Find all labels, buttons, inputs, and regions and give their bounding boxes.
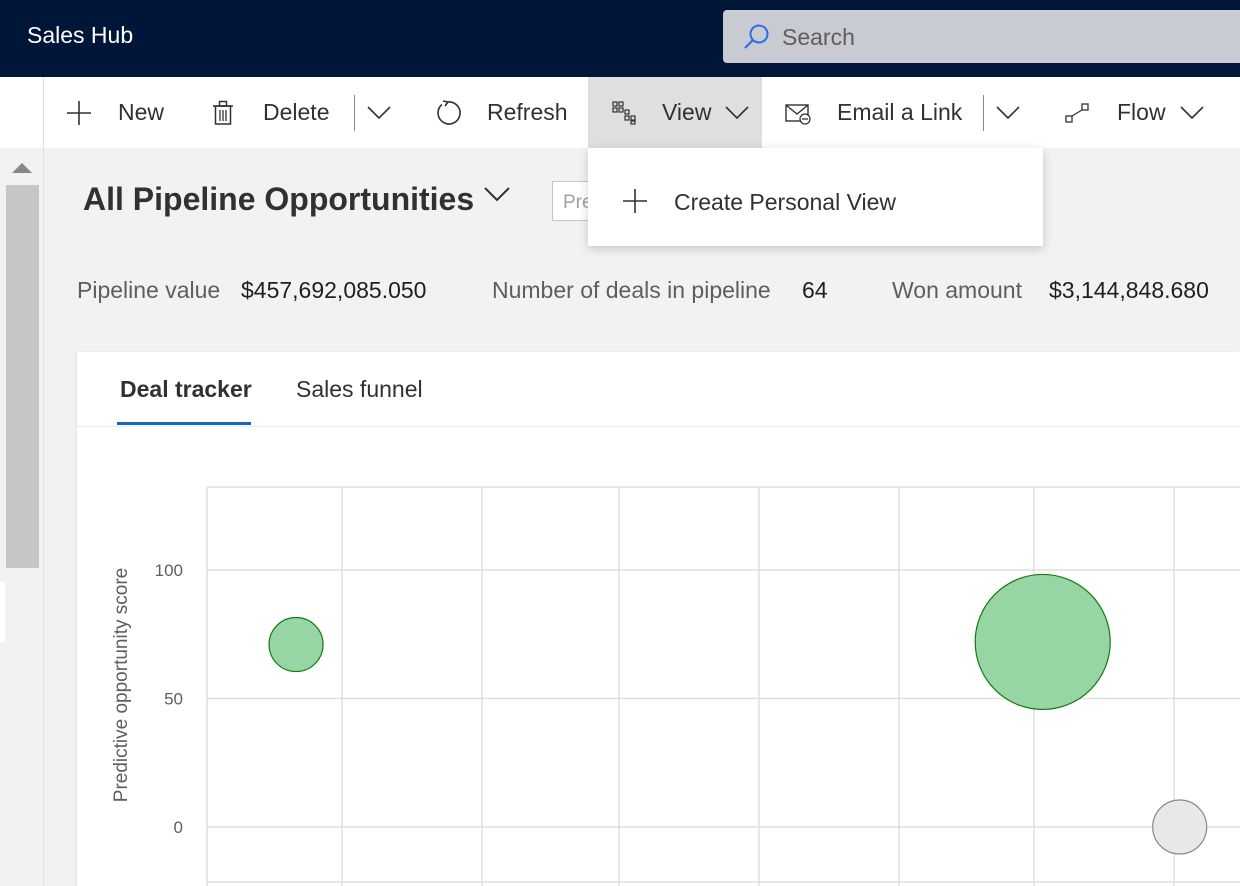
more-delete-options-button[interactable] <box>367 77 391 148</box>
bubble-point <box>268 616 324 673</box>
kpi-label: Won amount <box>892 277 1022 303</box>
y-tick-label: 0 <box>174 818 183 837</box>
view-button[interactable]: View <box>588 77 762 148</box>
active-tab-indicator <box>117 422 251 425</box>
kpi-label: Number of deals in pipeline <box>492 277 771 303</box>
top-navigation-bar: Sales Hub Search <box>0 0 1240 77</box>
scroll-up-arrow-icon[interactable] <box>12 163 32 173</box>
view-label: View <box>662 99 712 125</box>
separator <box>354 95 355 131</box>
app-title[interactable]: Sales Hub <box>27 22 133 49</box>
search-placeholder: Search <box>782 24 855 50</box>
view-selector-button[interactable] <box>483 186 511 209</box>
chevron-down-icon <box>996 105 1020 119</box>
y-axis-label: Predictive opportunity score <box>111 568 132 802</box>
new-label: New <box>118 99 165 125</box>
refresh-button[interactable]: Refresh <box>435 77 568 148</box>
delete-button[interactable]: Delete <box>212 77 329 148</box>
kpi-value: 64 <box>802 277 828 303</box>
search-box[interactable]: Search <box>723 10 1240 63</box>
y-tick-label: 100 <box>155 561 183 580</box>
tab-sales-funnel[interactable]: Sales funnel <box>296 376 423 403</box>
dashboard-card: Deal tracker Sales funnel 100 50 0 Predicti… <box>77 352 1240 886</box>
rail-indicator <box>0 582 5 642</box>
kpi-strip: Pipeline value $457,692,085.050 Number o… <box>76 262 1240 320</box>
rail-header <box>0 77 43 148</box>
search-icon <box>744 24 769 49</box>
view-title[interactable]: All Pipeline Opportunities <box>83 181 474 218</box>
email-a-link-button[interactable]: Email a Link <box>785 77 962 148</box>
view-dropdown-menu: Create Personal View <box>588 148 1043 246</box>
overflow-more-icon[interactable]: ⋮ <box>1236 77 1240 148</box>
deal-tracker-bubble-chart: 100 50 0 Predictive opportunity score <box>111 486 1240 886</box>
plus-icon <box>623 189 647 213</box>
create-personal-view-menu-item[interactable]: Create Personal View <box>588 148 1043 246</box>
trash-icon <box>213 100 233 125</box>
tab-deal-tracker[interactable]: Deal tracker <box>120 376 252 403</box>
flow-label: Flow <box>1117 99 1166 125</box>
kpi-value: $3,144,848.680 <box>1049 277 1209 303</box>
refresh-icon <box>437 99 461 125</box>
plus-icon <box>67 100 91 125</box>
new-button[interactable]: New <box>66 77 164 148</box>
flow-icon <box>1065 102 1089 123</box>
email-link-icon <box>785 103 811 125</box>
delete-label: Delete <box>263 99 330 125</box>
more-email-options-button[interactable] <box>996 77 1020 148</box>
scrollbar-thumb[interactable] <box>6 185 39 568</box>
y-tick-label: 50 <box>164 690 183 709</box>
command-bar: New Delete Refresh View Email a Link Flo… <box>44 77 1240 148</box>
separator <box>983 95 984 131</box>
bubble-point <box>1152 799 1208 855</box>
create-personal-view-label: Create Personal View <box>674 189 897 215</box>
chevron-down-icon <box>484 187 510 202</box>
refresh-label: Refresh <box>487 99 568 125</box>
chevron-down-icon <box>1179 105 1204 119</box>
email-a-link-label: Email a Link <box>837 99 963 125</box>
view-icon <box>612 100 636 125</box>
kpi-label: Pipeline value <box>77 277 221 303</box>
left-rail <box>0 77 44 886</box>
bubble-point <box>974 573 1111 711</box>
kpi-value: $457,692,085.050 <box>241 277 427 303</box>
flow-button[interactable]: Flow <box>1065 77 1204 148</box>
chevron-down-icon <box>725 105 750 119</box>
chevron-down-icon <box>367 105 391 119</box>
